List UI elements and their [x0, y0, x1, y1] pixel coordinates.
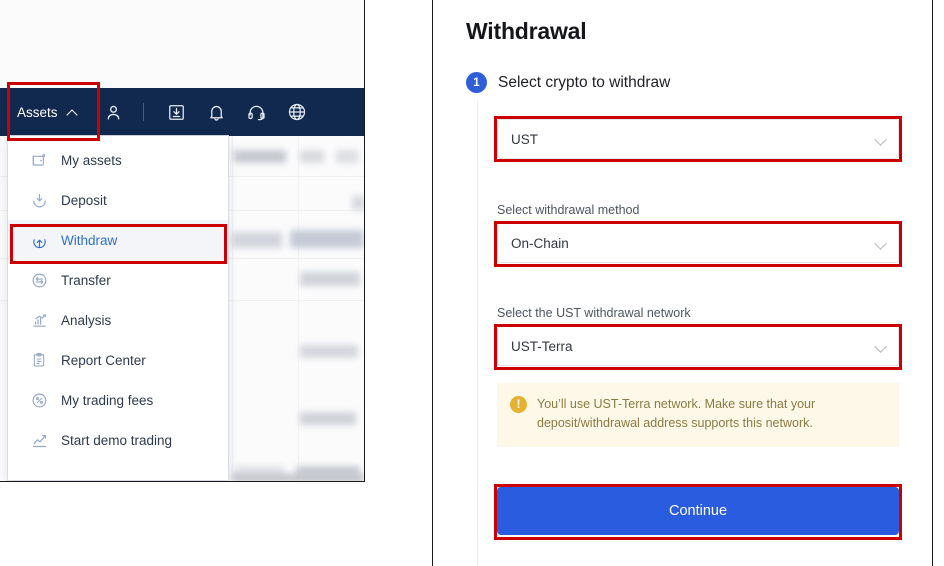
step-one-label: Select crypto to withdraw	[498, 73, 671, 91]
nav-divider	[142, 103, 144, 121]
assets-dropdown-menu: My assets Deposit Withdraw Transfer Anal…	[8, 136, 228, 480]
warning-exclamation-icon: !	[510, 396, 527, 413]
menu-item-label: Transfer	[61, 272, 111, 288]
chevron-up-icon	[67, 107, 78, 118]
withdrawal-network-field: Select the UST withdrawal network UST-Te…	[497, 306, 899, 366]
wallet-icon	[30, 151, 48, 169]
withdrawal-network-label: Select the UST withdrawal network	[497, 306, 691, 320]
continue-button[interactable]: Continue	[497, 487, 899, 535]
line-chart-icon	[30, 431, 48, 449]
menu-item-label: My trading fees	[61, 392, 154, 408]
menu-item-label: Analysis	[61, 312, 112, 328]
language-globe-icon[interactable]	[277, 88, 317, 136]
crypto-select[interactable]: UST	[497, 119, 899, 159]
menu-item-transfer[interactable]: Transfer	[8, 260, 228, 300]
nav-assets-button[interactable]: Assets	[0, 88, 94, 136]
notification-bell-icon[interactable]	[197, 88, 237, 136]
network-warning-text: You’ll use UST-Terra network. Make sure …	[537, 397, 816, 431]
withdrawal-network-select[interactable]: UST-Terra	[497, 326, 899, 366]
background-blur-block	[300, 150, 324, 163]
menu-item-label: Report Center	[61, 352, 146, 368]
background-blur-block	[232, 232, 282, 248]
chevron-down-icon	[874, 237, 887, 250]
withdrawal-method-value: On-Chain	[511, 235, 569, 251]
withdrawal-method-label: Select withdrawal method	[497, 203, 640, 217]
background-blur-block	[336, 150, 358, 163]
step-number-badge: 1	[466, 72, 487, 93]
menu-item-deposit[interactable]: Deposit	[8, 180, 228, 220]
withdrawal-method-field: Select withdrawal method On-Chain	[497, 203, 899, 263]
withdrawal-panel: Withdrawal 1 Select crypto to withdraw U…	[432, 0, 933, 566]
deposit-download-icon[interactable]	[157, 88, 197, 136]
step-connector-line	[477, 100, 478, 566]
withdrawal-method-select[interactable]: On-Chain	[497, 223, 899, 263]
continue-button-label: Continue	[668, 503, 728, 519]
background-blur-block	[234, 150, 286, 163]
top-navigation-bar: Assets	[0, 88, 364, 136]
step-one-header: 1 Select crypto to withdraw	[466, 72, 670, 93]
background-blur-block	[300, 272, 360, 286]
chevron-down-icon	[874, 133, 887, 146]
menu-item-label: Withdraw	[61, 232, 118, 248]
analysis-icon	[30, 311, 48, 329]
menu-item-withdraw[interactable]: Withdraw	[8, 220, 228, 260]
background-column-divider	[232, 132, 233, 481]
percent-icon	[30, 391, 48, 409]
page-title: Withdrawal	[466, 18, 587, 44]
network-warning-notice: ! You’ll use UST-Terra network. Make sur…	[497, 383, 899, 447]
menu-item-my-trading-fees[interactable]: My trading fees	[8, 380, 228, 420]
background-blur-block	[300, 345, 358, 358]
withdrawal-network-value: UST-Terra	[511, 338, 573, 354]
withdraw-icon	[30, 231, 48, 249]
crypto-select-value: UST	[511, 131, 538, 147]
menu-item-label: Deposit	[61, 192, 107, 208]
crypto-select-field: UST	[497, 119, 899, 159]
menu-item-label: My assets	[61, 152, 122, 168]
report-icon	[30, 351, 48, 369]
menu-item-my-assets[interactable]: My assets	[8, 140, 228, 180]
menu-item-report-center[interactable]: Report Center	[8, 340, 228, 380]
chevron-down-icon	[874, 340, 887, 353]
menu-item-start-demo-trading[interactable]: Start demo trading	[8, 420, 228, 460]
background-blur-block	[300, 412, 356, 425]
deposit-icon	[30, 191, 48, 209]
background-blur-block	[352, 196, 364, 210]
menu-item-label: Start demo trading	[61, 432, 173, 448]
user-account-icon[interactable]	[94, 88, 134, 136]
menu-item-analysis[interactable]: Analysis	[8, 300, 228, 340]
nav-icon-group	[94, 88, 317, 136]
background-column-divider	[298, 132, 299, 481]
background-blur-block	[232, 474, 364, 481]
background-blur-block	[290, 230, 364, 248]
nav-assets-label: Assets	[17, 104, 58, 120]
customer-support-headset-icon[interactable]	[237, 88, 277, 136]
exchange-header-panel: Assets My assets Deposit Withdraw Transf…	[0, 0, 365, 482]
screenshot-root: Assets My assets Deposit Withdraw Transf…	[0, 0, 944, 566]
transfer-icon	[30, 271, 48, 289]
